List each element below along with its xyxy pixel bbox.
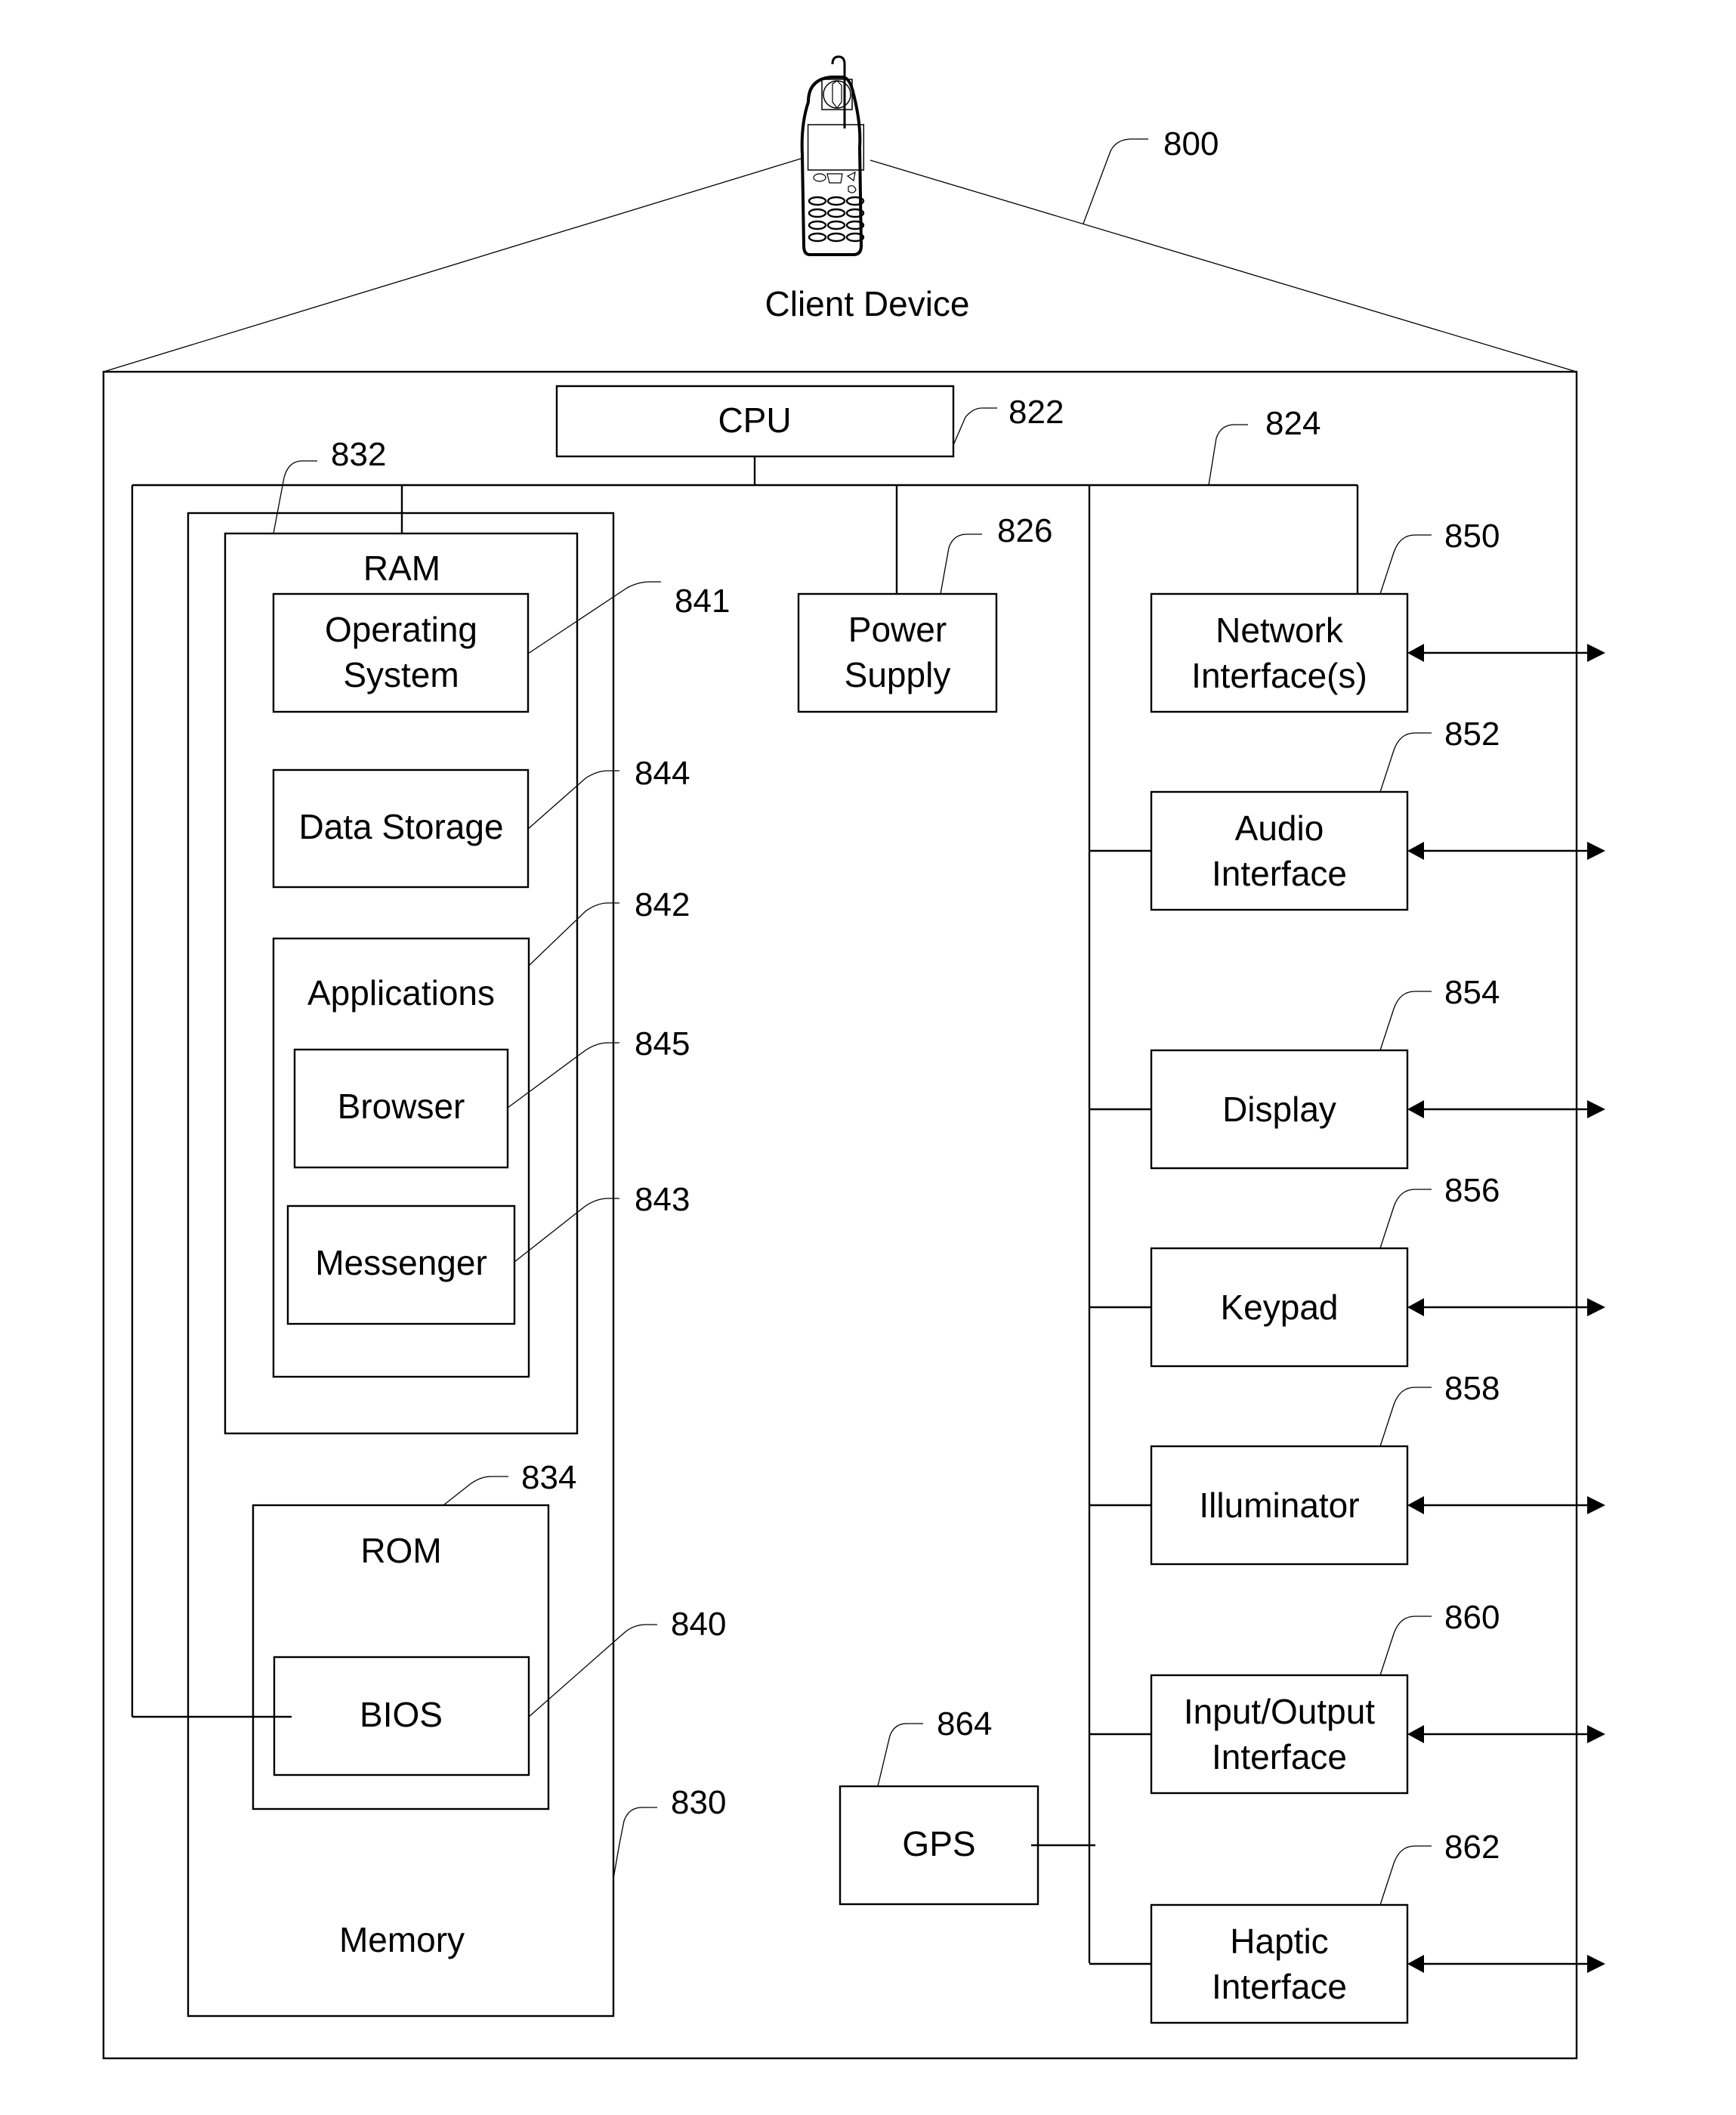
ref-800: 800	[1163, 125, 1219, 162]
audio-interface-arrowhead-left-icon	[1407, 842, 1424, 860]
illuminator-arrowhead-right-icon	[1587, 1496, 1605, 1514]
network-interface-block: Network Interface(s) 850	[1150, 518, 1605, 713]
keypad-arrowhead-left-icon	[1407, 1298, 1424, 1316]
memory-label: Memory	[339, 1920, 465, 1959]
haptic-interface-arrowhead-right-icon	[1587, 1955, 1605, 1973]
haptic-interface-label-line1: Haptic	[1230, 1922, 1328, 1961]
illuminator-arrowhead-left-icon	[1407, 1496, 1424, 1514]
ref-862: 862	[1444, 1829, 1500, 1866]
leader-830	[613, 1807, 657, 1879]
ref-854: 854	[1444, 974, 1500, 1011]
ref-858: 858	[1444, 1370, 1500, 1407]
leader-832	[273, 460, 317, 534]
network-interface-arrowhead-left-icon	[1407, 644, 1424, 662]
ref-840: 840	[671, 1606, 726, 1643]
ref-824: 824	[1265, 405, 1321, 442]
ref-864: 864	[937, 1705, 992, 1742]
display-arrowhead-left-icon	[1407, 1100, 1424, 1118]
gps-label: GPS	[902, 1824, 975, 1863]
applications-label: Applications	[307, 973, 495, 1013]
ref-852: 852	[1444, 716, 1500, 753]
leader-854	[1379, 991, 1432, 1051]
input-output-interface-arrowhead-left-icon	[1407, 1725, 1424, 1743]
ref-860: 860	[1444, 1599, 1500, 1636]
ref-830: 830	[671, 1784, 726, 1821]
audio-interface-arrowhead-right-icon	[1587, 842, 1605, 860]
ram-label: RAM	[363, 549, 440, 588]
leader-856	[1379, 1189, 1432, 1249]
keypad-label-line1: Keypad	[1220, 1288, 1338, 1327]
illuminator-label-line1: Illuminator	[1199, 1486, 1359, 1525]
input-output-interface-label-line2: Interface	[1212, 1737, 1347, 1776]
keypad-arrowhead-right-icon	[1587, 1298, 1605, 1316]
ref-842: 842	[635, 886, 690, 923]
ref-845: 845	[635, 1025, 690, 1062]
leader-860	[1379, 1616, 1432, 1676]
ref-826: 826	[997, 512, 1052, 549]
audio-interface-label-line1: Audio	[1235, 809, 1324, 848]
browser-label: Browser	[338, 1087, 465, 1126]
leader-858	[1379, 1387, 1432, 1447]
leader-852	[1379, 732, 1432, 793]
network-interface-label-line2: Interface(s)	[1191, 656, 1367, 695]
power-supply-label-line1: Power	[848, 610, 947, 649]
power-supply-label-line2: Supply	[845, 655, 951, 694]
roof-line-left	[103, 158, 802, 373]
leader-824	[1208, 424, 1248, 486]
ref-844: 844	[635, 755, 690, 792]
messenger-label: Messenger	[315, 1243, 487, 1282]
display-block: Display 854	[1089, 974, 1605, 1170]
display-arrowhead-right-icon	[1587, 1100, 1605, 1118]
input-output-interface-label-line1: Input/Output	[1184, 1692, 1375, 1731]
client-device-title: Client Device	[765, 284, 970, 323]
input-output-interface-block: Input/Output Interface 860	[1089, 1599, 1605, 1795]
leader-844	[527, 770, 619, 830]
mobile-phone-icon	[800, 55, 865, 256]
network-interface-arrowhead-right-icon	[1587, 644, 1605, 662]
haptic-interface-block: Haptic Interface 862	[1089, 1829, 1605, 2024]
leader-843	[514, 1198, 619, 1263]
illuminator-block: Illuminator 858	[1089, 1370, 1605, 1566]
leader-862	[1379, 1845, 1432, 1906]
leader-850	[1379, 534, 1432, 595]
bios-label: BIOS	[360, 1695, 443, 1734]
audio-interface-label-line2: Interface	[1212, 854, 1347, 893]
roof-line-right	[870, 159, 1577, 373]
input-output-interface-arrowhead-right-icon	[1587, 1725, 1605, 1743]
leader-822	[953, 407, 997, 446]
audio-interface-block: Audio Interface 852	[1089, 716, 1605, 911]
ref-822: 822	[1009, 394, 1064, 431]
leader-800	[1083, 138, 1148, 224]
display-label-line1: Display	[1222, 1090, 1336, 1129]
operating-system-label-line1: Operating	[325, 610, 477, 649]
leader-845	[507, 1042, 619, 1109]
leader-842	[528, 902, 619, 966]
rom-label: ROM	[360, 1531, 441, 1570]
ref-850: 850	[1444, 518, 1500, 555]
client-device-diagram: Client Device 800 CPU 822 824 Power Supp…	[102, 55, 1605, 2060]
leader-841	[527, 581, 661, 654]
data-storage-label: Data Storage	[298, 807, 503, 846]
operating-system-label-line2: System	[343, 655, 459, 694]
leader-826	[940, 533, 982, 595]
ref-843: 843	[635, 1181, 690, 1218]
network-interface-label-line1: Network	[1216, 611, 1344, 650]
ref-856: 856	[1444, 1172, 1500, 1209]
leader-834	[443, 1476, 508, 1506]
cpu-label: CPU	[718, 400, 791, 440]
haptic-interface-label-line2: Interface	[1212, 1967, 1347, 2006]
ref-832: 832	[331, 436, 386, 473]
keypad-block: Keypad 856	[1089, 1172, 1605, 1368]
ref-834: 834	[521, 1459, 576, 1496]
leader-864	[877, 1723, 923, 1787]
peripherals-column: Network Interface(s) 850 Audio Interface 852 D…	[1089, 518, 1605, 2024]
haptic-interface-arrowhead-left-icon	[1407, 1955, 1424, 1973]
ref-841: 841	[675, 583, 730, 620]
